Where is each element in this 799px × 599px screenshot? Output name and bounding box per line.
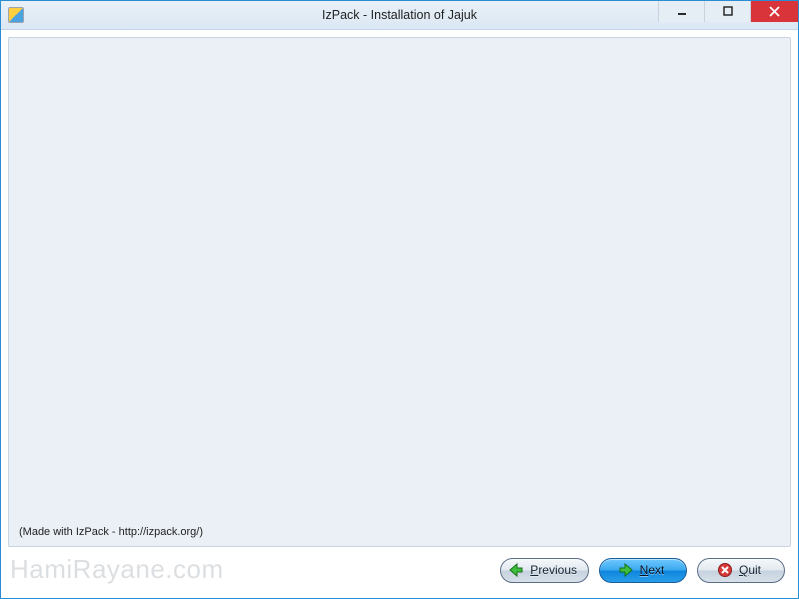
next-button[interactable]: Next [599,558,687,583]
previous-button[interactable]: Previous [500,558,589,583]
minimize-button[interactable] [658,1,704,22]
button-row: Previous Next Quit [8,547,791,591]
close-icon [769,6,780,17]
close-button[interactable] [750,1,798,22]
titlebar[interactable]: IzPack - Installation of Jajuk [1,1,798,30]
minimize-icon [677,6,687,16]
quit-label: Quit [739,563,761,577]
cancel-icon [717,562,733,578]
installer-window: IzPack - Installation of Jajuk (Made wit… [0,0,799,599]
arrow-left-icon [508,562,524,578]
previous-label: Previous [530,563,577,577]
made-with-label: (Made with IzPack - http://izpack.org/) [19,526,203,538]
maximize-button[interactable] [704,1,750,22]
arrow-right-icon [618,562,634,578]
next-label: Next [640,563,665,577]
quit-button[interactable]: Quit [697,558,785,583]
content-panel: (Made with IzPack - http://izpack.org/) [8,37,791,547]
maximize-icon [723,6,733,16]
client-area: (Made with IzPack - http://izpack.org/) … [1,30,798,598]
app-icon [8,7,24,23]
window-controls [658,1,798,22]
